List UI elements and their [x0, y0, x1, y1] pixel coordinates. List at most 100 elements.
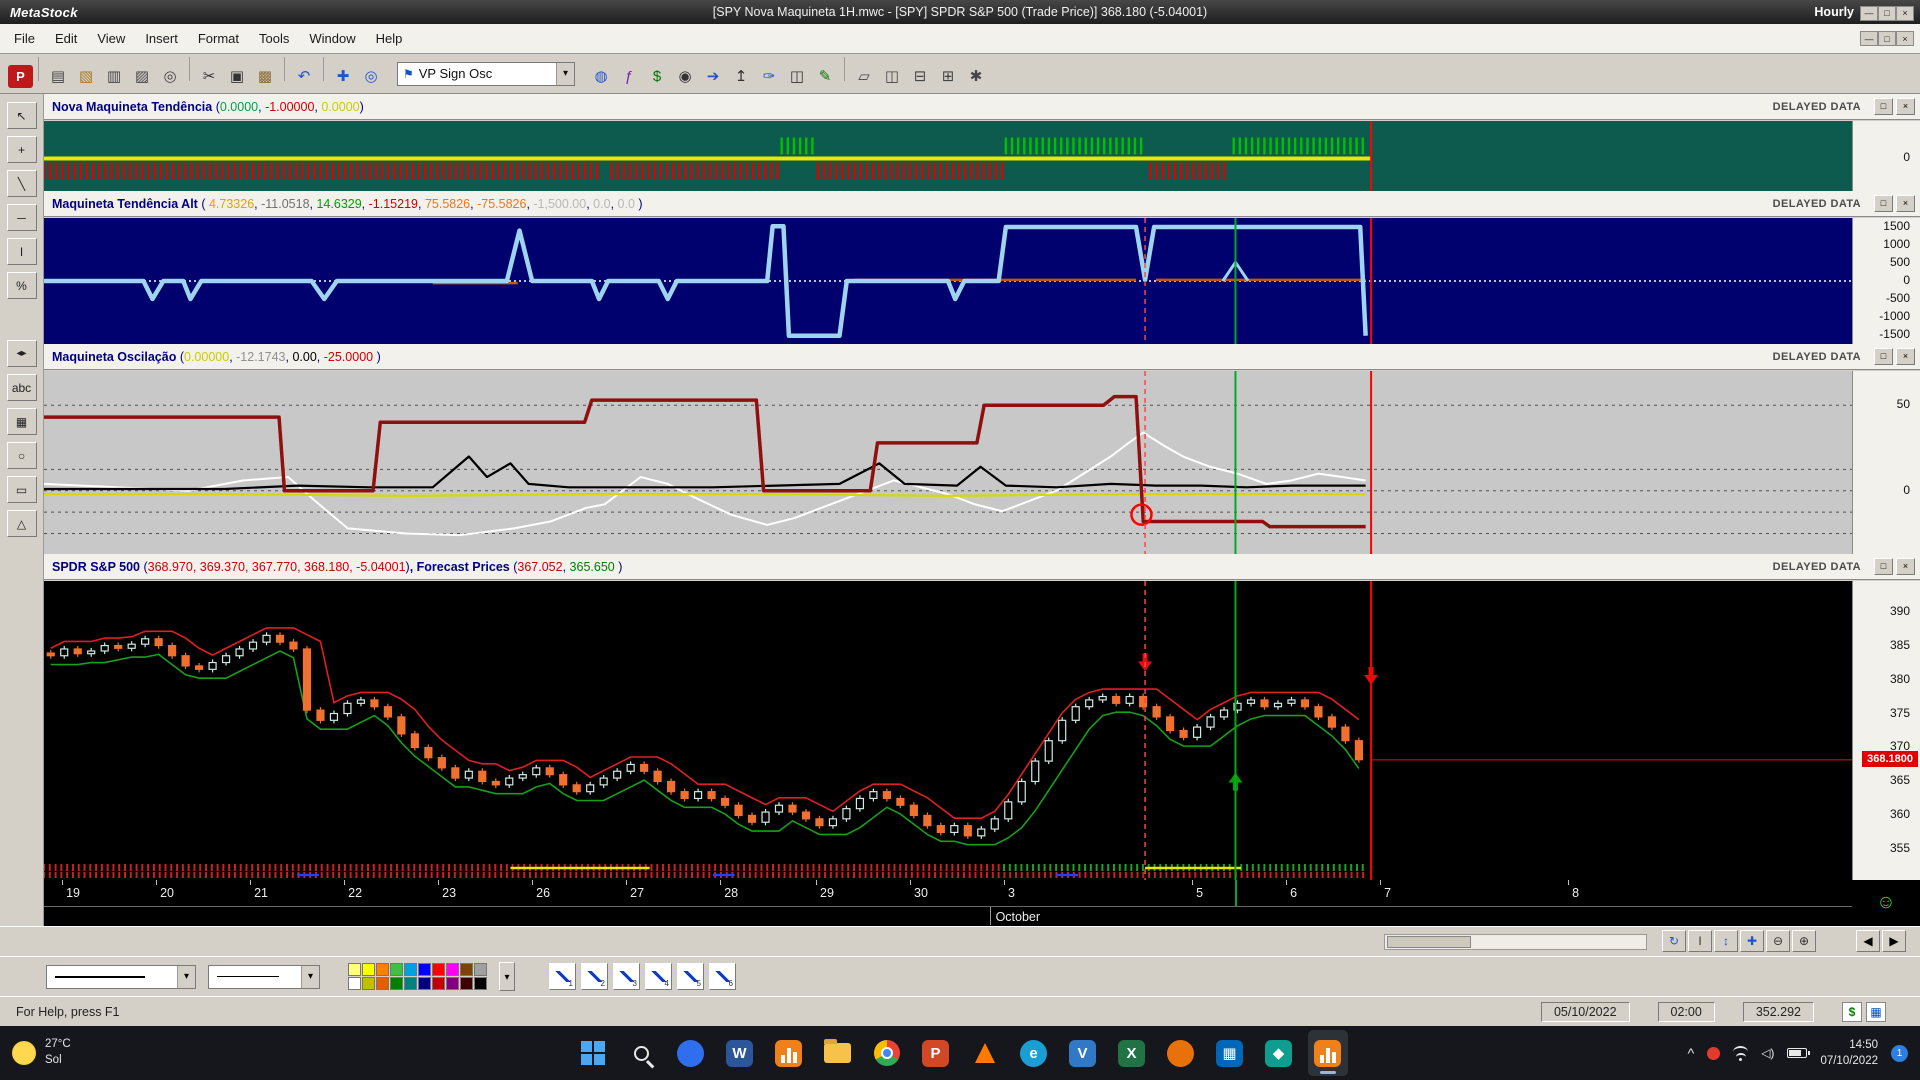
palette-color-2[interactable] — [376, 963, 389, 976]
minimize-button[interactable]: — — [1860, 31, 1878, 46]
formula-button[interactable]: ƒ — [615, 63, 643, 90]
menu-help[interactable]: Help — [366, 25, 413, 52]
chart-preset-2[interactable]: 2 — [581, 963, 608, 990]
chat-app[interactable] — [671, 1030, 711, 1076]
chart-spdr-sp500[interactable] — [44, 581, 1852, 880]
globe-button[interactable]: ◍ — [587, 63, 615, 90]
text-tool[interactable]: abc — [6, 374, 37, 401]
vlc-app[interactable] — [965, 1030, 1005, 1076]
forward-button[interactable]: ➔ — [699, 63, 727, 90]
panel-close-button[interactable]: × — [1896, 558, 1915, 575]
titlebar[interactable]: MetaStock [SPY Nova Maquineta 1H.mwc - [… — [0, 0, 1920, 24]
visual-studio-app[interactable]: V — [1063, 1030, 1103, 1076]
word-app[interactable]: W — [720, 1030, 760, 1076]
minimize-button[interactable]: — — [1860, 5, 1878, 21]
menu-edit[interactable]: Edit — [45, 25, 87, 52]
indicator-combo[interactable]: ⚑ VP Sign Osc ▾ — [397, 61, 575, 86]
metastock-active[interactable] — [1307, 1030, 1348, 1076]
palette-color-14[interactable] — [404, 977, 417, 990]
cut-button[interactable]: ✂ — [195, 63, 223, 90]
power-console-button[interactable]: P — [8, 65, 33, 89]
palette-color-9[interactable] — [474, 963, 487, 976]
chart-preset-5[interactable]: 5 — [677, 963, 704, 990]
palette-color-0[interactable] — [348, 963, 361, 976]
edge-app[interactable]: e — [1014, 1030, 1054, 1076]
dollar-button[interactable]: $ — [643, 63, 671, 90]
print-button[interactable]: ▥ — [100, 63, 128, 90]
excel-app[interactable]: X — [1112, 1030, 1152, 1076]
panel-restore-button[interactable]: □ — [1874, 98, 1893, 115]
wifi-icon[interactable] — [1733, 1045, 1749, 1061]
ellipse-tool[interactable]: ○ — [6, 442, 37, 469]
whats-this-button[interactable]: ✎ — [811, 63, 839, 90]
menu-window[interactable]: Window — [299, 25, 365, 52]
palette-color-12[interactable] — [376, 977, 389, 990]
battery-icon[interactable] — [1787, 1048, 1811, 1058]
calculator-app[interactable]: ▦ — [1210, 1030, 1250, 1076]
trendline-tool[interactable]: ╲ — [6, 170, 37, 197]
menu-tools[interactable]: Tools — [249, 25, 299, 52]
panel-close-button[interactable]: × — [1896, 98, 1915, 115]
window-tile-horizontal-button[interactable]: ⊟ — [906, 63, 934, 90]
panel-prev-next-buttons[interactable]: ◂▸ — [6, 340, 37, 367]
chart-preset-3[interactable]: 3 — [613, 963, 640, 990]
regression-tool[interactable]: % — [6, 272, 37, 299]
panel-header-maquineta-oscilacao[interactable]: Maquineta Oscilação (0.00000, -12.1743, … — [44, 344, 1920, 370]
copy-button[interactable]: ▣ — [223, 63, 251, 90]
fit-vertical-button[interactable]: ↕ — [1714, 930, 1738, 952]
panel-restore-button[interactable]: □ — [1874, 348, 1893, 365]
dollar-status-icon[interactable]: $ — [1842, 1001, 1862, 1022]
palette-color-4[interactable] — [404, 963, 417, 976]
palette-color-11[interactable] — [362, 977, 375, 990]
close-button[interactable]: × — [1896, 31, 1914, 46]
powerpoint-app[interactable]: P — [916, 1030, 956, 1076]
metastock-app[interactable] — [769, 1030, 809, 1076]
zoom-in-button[interactable]: ⊕ — [1792, 930, 1816, 952]
undo-button[interactable]: ↶ — [290, 63, 318, 90]
chart-preset-4[interactable]: 4 — [645, 963, 672, 990]
panel-restore-button[interactable]: □ — [1874, 558, 1893, 575]
chevron-down-icon[interactable]: ▾ — [556, 62, 574, 85]
palette-color-1[interactable] — [362, 963, 375, 976]
paste-button[interactable]: ▩ — [251, 63, 279, 90]
panel-restore-button[interactable]: □ — [1874, 195, 1893, 212]
find-symbol-button[interactable]: ◎ — [156, 63, 184, 90]
start-button[interactable] — [573, 1030, 613, 1076]
crosshair-button[interactable]: ✚ — [329, 63, 357, 90]
vertical-line-tool[interactable]: Ι — [6, 238, 37, 265]
menu-file[interactable]: File — [4, 25, 45, 52]
triangle-tool[interactable]: △ — [6, 510, 37, 537]
restore-button[interactable]: □ — [1878, 5, 1896, 21]
window-cascade-button[interactable]: ▱ — [850, 63, 878, 90]
panel-header-nova-maquineta-tendencia[interactable]: Nova Maquineta Tendência (0.0000, -1.000… — [44, 94, 1920, 120]
chart-preset-1[interactable]: 1 — [549, 963, 576, 990]
menu-format[interactable]: Format — [188, 25, 249, 52]
browser-app[interactable] — [1161, 1030, 1201, 1076]
palette-color-16[interactable] — [432, 977, 445, 990]
weather-widget[interactable]: 27°C Sol — [12, 1037, 71, 1068]
palette-color-5[interactable] — [418, 963, 431, 976]
chrome-app[interactable] — [867, 1030, 907, 1076]
scrollbar-thumb[interactable] — [1387, 936, 1471, 948]
palette-color-17[interactable] — [446, 977, 459, 990]
panel-header-spdr-sp500[interactable]: SPDR S&P 500 (368.970, 369.370, 367.770,… — [44, 554, 1920, 580]
window-tile-vertical-button[interactable]: ◫ — [878, 63, 906, 90]
chart-maquineta-tendencia-alt[interactable] — [44, 218, 1852, 344]
chart-nova-maquineta-tendencia[interactable] — [44, 121, 1852, 191]
line-weight-select[interactable]: ▾ — [208, 964, 320, 989]
explorer-button[interactable]: ◉ — [671, 63, 699, 90]
tray-chevron-icon[interactable]: ^ — [1688, 1045, 1695, 1061]
pointer-tool[interactable]: ↖ — [6, 102, 37, 129]
print-report-button[interactable]: ▨ — [128, 63, 156, 90]
chart-status-icon[interactable]: ▦ — [1866, 1001, 1886, 1022]
chevron-down-icon[interactable]: ▾ — [177, 965, 195, 988]
palette-color-15[interactable] — [418, 977, 431, 990]
restore-button[interactable]: □ — [1878, 31, 1896, 46]
open-button[interactable]: ▧ — [72, 63, 100, 90]
page-prev-button[interactable]: ◀ — [1856, 930, 1880, 952]
close-button[interactable]: × — [1896, 5, 1914, 21]
file-explorer[interactable] — [818, 1030, 858, 1076]
report-preview-button[interactable]: ◫ — [783, 63, 811, 90]
palette-color-13[interactable] — [390, 977, 403, 990]
menu-insert[interactable]: Insert — [135, 25, 188, 52]
